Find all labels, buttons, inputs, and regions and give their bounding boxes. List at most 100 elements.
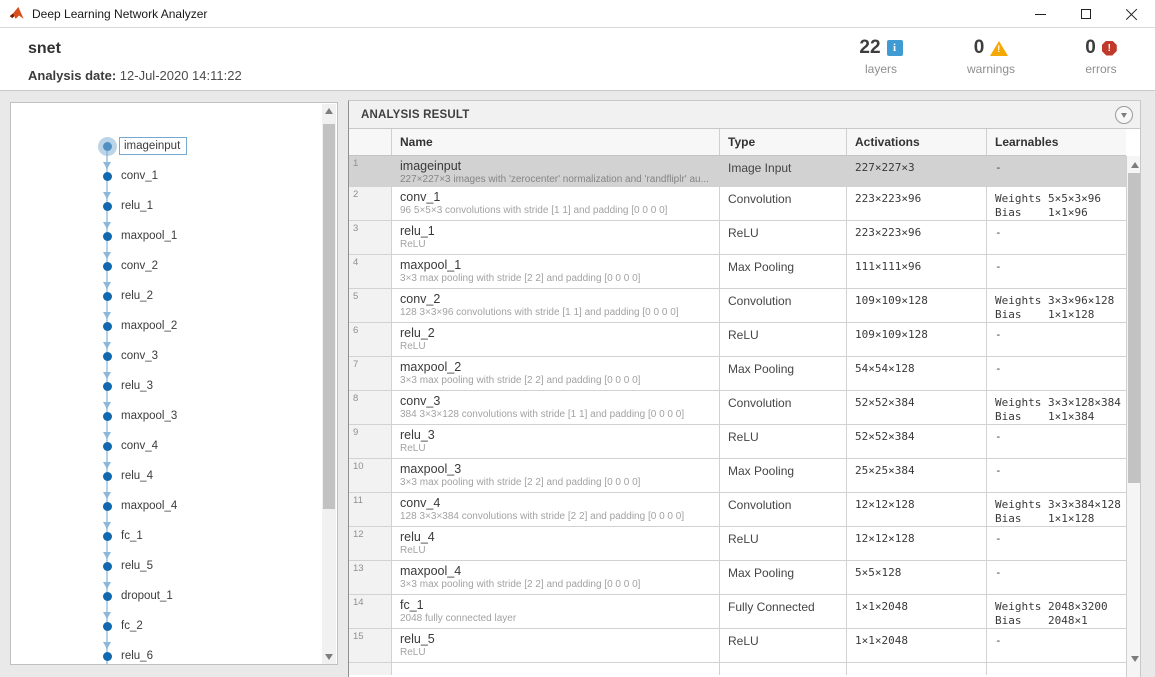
layer-description: ReLU	[400, 341, 426, 352]
layer-name: maxpool_4	[400, 564, 462, 578]
row-number: 1	[349, 156, 391, 186]
graph-node[interactable]: maxpool_4	[103, 500, 178, 512]
stat-warnings: 0 warnings	[959, 36, 1023, 76]
maximize-button[interactable]	[1063, 0, 1109, 28]
warnings-label: warnings	[966, 62, 1016, 76]
layer-activations: 109×109×128	[846, 323, 986, 356]
row-number: 8	[349, 391, 391, 424]
table-row[interactable]: 7 maxpool_2 3×3 max pooling with stride …	[349, 357, 1126, 391]
node-label: conv_2	[121, 260, 159, 272]
table-header: Name Type Activations Learnables	[349, 129, 1126, 156]
table-scrollbar[interactable]	[1126, 156, 1140, 677]
layer-description: 3×3 max pooling with stride [2 2] and pa…	[400, 477, 641, 488]
scroll-down-icon[interactable]	[1127, 652, 1140, 665]
row-number: 5	[349, 289, 391, 322]
table-row-partial[interactable]	[349, 663, 1126, 675]
graph-node[interactable]: maxpool_2	[103, 320, 178, 332]
graph-node[interactable]: dropout_1	[103, 590, 173, 602]
layer-learnables: -	[986, 561, 1126, 594]
table-row[interactable]: 14 fc_1 2048 fully connected layer Fully…	[349, 595, 1126, 629]
network-graph-panel: imageinput conv_1 relu_1 maxpool_1 conv_…	[10, 102, 338, 665]
column-type: Type	[719, 129, 846, 155]
scroll-down-icon[interactable]	[322, 650, 336, 663]
stats-summary: 22 layers 0 warnings 0 errors	[803, 36, 1133, 76]
analysis-date-label: Analysis date:	[28, 68, 117, 83]
layer-activations: 1×1×2048	[846, 595, 986, 628]
edge-arrow-icon	[103, 192, 111, 199]
node-dot-icon	[103, 561, 112, 571]
graph-node[interactable]: relu_6	[103, 650, 153, 662]
node-label: relu_3	[121, 380, 153, 392]
graph-node[interactable]: imageinput	[98, 136, 188, 156]
layer-type: Fully Connected	[719, 595, 846, 628]
graph-node[interactable]: conv_1	[103, 170, 158, 182]
table-row[interactable]: 2 conv_1 96 5×5×3 convolutions with stri…	[349, 187, 1126, 221]
table-row[interactable]: 4 maxpool_1 3×3 max pooling with stride …	[349, 255, 1126, 289]
layer-description: 3×3 max pooling with stride [2 2] and pa…	[400, 579, 641, 590]
table-row[interactable]: 6 relu_2 ReLU ReLU 109×109×128 -	[349, 323, 1126, 357]
layer-name: relu_4	[400, 530, 435, 544]
table-row[interactable]: 12 relu_4 ReLU ReLU 12×12×128 -	[349, 527, 1126, 561]
layer-activations	[846, 663, 986, 675]
scroll-up-icon[interactable]	[1127, 158, 1140, 171]
close-button[interactable]	[1109, 0, 1155, 28]
graph-node[interactable]: fc_2	[103, 620, 143, 632]
graph-node[interactable]: maxpool_3	[103, 410, 177, 422]
table-row[interactable]: 9 relu_3 ReLU ReLU 52×52×384 -	[349, 425, 1126, 459]
graph-scrollbar[interactable]	[322, 104, 336, 664]
node-label: relu_1	[121, 200, 153, 212]
layers-count: 22	[859, 37, 881, 58]
table-row[interactable]: 15 relu_5 ReLU ReLU 1×1×2048 -	[349, 629, 1126, 663]
layer-type: Max Pooling	[719, 561, 846, 594]
graph-node[interactable]: relu_1	[103, 200, 153, 212]
table-row[interactable]: 5 conv_2 128 3×3×96 convolutions with st…	[349, 289, 1126, 323]
minimize-button[interactable]	[1017, 0, 1063, 28]
edge-arrow-icon	[103, 462, 111, 469]
graph-node[interactable]: conv_4	[103, 440, 158, 452]
row-number: 10	[349, 459, 391, 492]
table-row[interactable]: 13 maxpool_4 3×3 max pooling with stride…	[349, 561, 1126, 595]
graph-node[interactable]: conv_2	[103, 260, 159, 272]
table-scrollbar-thumb[interactable]	[1128, 173, 1140, 483]
scroll-up-icon[interactable]	[322, 104, 336, 117]
table-row[interactable]: 10 maxpool_3 3×3 max pooling with stride…	[349, 459, 1126, 493]
layer-learnables: -	[986, 527, 1126, 560]
node-label: maxpool_2	[121, 320, 178, 332]
row-number: 9	[349, 425, 391, 458]
layer-type: ReLU	[719, 425, 846, 458]
node-label: maxpool_4	[121, 500, 178, 512]
graph-node[interactable]: fc_1	[103, 530, 143, 542]
graph-node[interactable]: relu_2	[103, 290, 153, 302]
network-analyzer-window: Deep Learning Network Analyzer snet Anal…	[0, 0, 1155, 677]
graph-scrollbar-thumb[interactable]	[323, 124, 335, 509]
table-row[interactable]: 1 imageinput 227×227×3 images with 'zero…	[349, 156, 1126, 187]
layer-learnables: -	[986, 255, 1126, 288]
layer-name: conv_2	[400, 292, 441, 306]
node-dot-icon	[103, 591, 112, 601]
chevron-down-icon	[1121, 112, 1127, 118]
node-label: fc_2	[121, 620, 143, 632]
edge-arrow-icon	[103, 612, 111, 619]
row-number: 3	[349, 221, 391, 254]
layer-activations: 25×25×384	[846, 459, 986, 492]
warning-icon	[990, 40, 1009, 56]
table-row[interactable]: 3 relu_1 ReLU ReLU 223×223×96 -	[349, 221, 1126, 255]
table-row[interactable]: 11 conv_4 128 3×3×384 convolutions with …	[349, 493, 1126, 527]
edge-arrow-icon	[103, 282, 111, 289]
node-dot-icon	[98, 136, 117, 156]
layer-learnables: -	[986, 323, 1126, 356]
graph-node[interactable]: conv_3	[103, 350, 158, 362]
graph-node[interactable]: relu_3	[103, 380, 153, 392]
layer-type: Convolution	[719, 187, 846, 220]
table-row[interactable]: 8 conv_3 384 3×3×128 convolutions with s…	[349, 391, 1126, 425]
analysis-table-body: 1 imageinput 227×227×3 images with 'zero…	[349, 156, 1126, 675]
graph-node[interactable]: maxpool_1	[103, 230, 177, 242]
collapse-panel-button[interactable]	[1115, 106, 1133, 124]
layer-learnables	[986, 663, 1126, 675]
error-icon	[1101, 40, 1117, 56]
title-bar: Deep Learning Network Analyzer	[0, 0, 1155, 28]
graph-node[interactable]: relu_4	[103, 470, 153, 482]
layer-learnables: Weights 5×5×3×96 Bias 1×1×96	[986, 187, 1126, 220]
graph-node[interactable]: relu_5	[103, 560, 153, 572]
selected-node-halo	[98, 136, 117, 156]
